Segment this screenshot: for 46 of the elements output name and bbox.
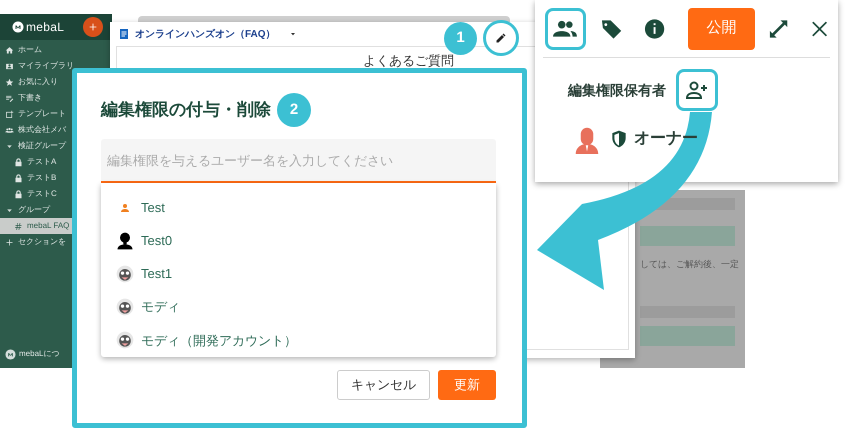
sidebar-item[interactable]: ホーム [0,42,112,58]
library-icon [5,62,14,70]
sidebar-item[interactable]: お気に入り [0,74,112,90]
sidebar-item[interactable]: グループ [0,202,112,218]
team-icon [5,126,14,134]
step-badge: 2 [277,93,311,127]
user-option[interactable]: モディ [115,290,496,324]
user-option[interactable]: Test0 [115,224,496,258]
document-title: オンラインハンズオン（FAQ） [135,28,276,42]
dialog-title: 編集権限の付与・削除 [101,99,271,122]
avatar-icon [115,330,135,350]
logo-icon [12,21,24,33]
user-option[interactable]: Test [115,191,496,224]
add-editor-button[interactable] [676,69,718,111]
user-option[interactable]: モディ（開発アカウント） [115,324,496,358]
dropdown-icon[interactable] [288,30,297,38]
lock-icon [14,174,23,182]
user-search-field[interactable]: 編集権限を与えるユーザー名を入力してください [101,139,496,183]
channel-icon [14,222,23,230]
sidebar-item[interactable]: マイライブラリ [0,58,112,74]
avatar-icon [115,297,135,318]
sidebar-item[interactable]: テストC [0,186,112,202]
cancel-button[interactable]: キャンセル [337,370,430,400]
editors-button[interactable] [545,8,586,50]
plus-icon [88,22,98,32]
template-icon [5,110,14,118]
user-option[interactable]: Test1 [115,257,496,291]
section-title: 編集権限保有者 [568,80,666,100]
about-link[interactable]: mebaLにつ [0,348,112,360]
info-icon[interactable] [642,16,666,40]
sidebar-item[interactable]: セクションを [0,234,112,250]
person-icon [119,202,131,214]
avatar-icon [115,264,135,284]
logo-icon [5,348,16,360]
lock-icon [14,158,23,166]
document-icon [118,28,130,40]
pencil-icon [495,32,507,44]
lock-icon [14,190,23,198]
app-logo: mebaL [26,19,64,36]
star-icon [5,78,14,86]
draft-icon [5,94,14,102]
add-icon [5,238,14,246]
page-heading: よくあるご質問 [363,52,454,70]
sidebar-item[interactable]: 株式会社メバ [0,122,112,138]
home-icon [5,46,14,54]
add-button[interactable] [83,17,103,37]
